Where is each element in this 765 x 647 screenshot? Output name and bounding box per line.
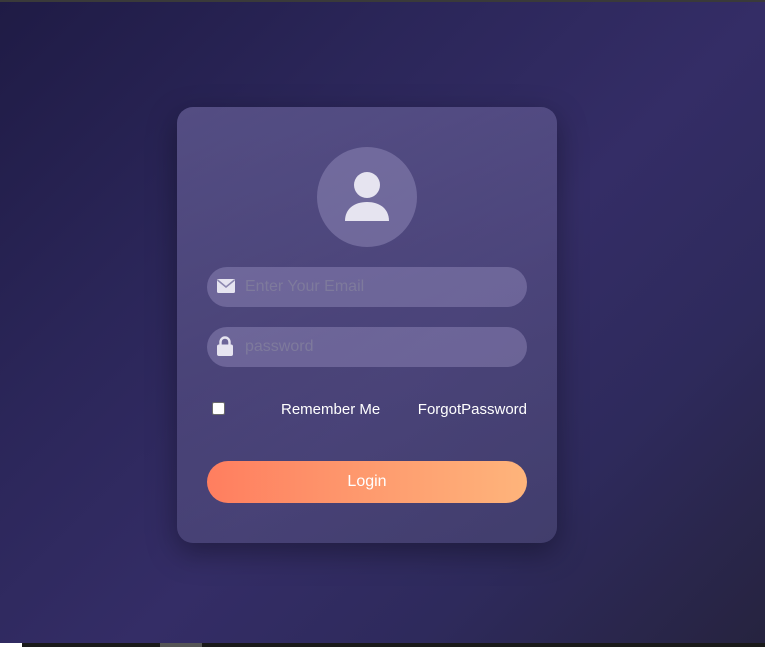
forgot-password-link[interactable]: ForgotPassword: [418, 401, 527, 418]
login-button[interactable]: Login: [207, 461, 527, 503]
password-field: [207, 327, 527, 367]
avatar: [317, 147, 417, 247]
lock-icon: [217, 336, 233, 356]
email-field: [207, 267, 527, 307]
login-card: Remember Me ForgotPassword Login: [177, 107, 557, 543]
taskbar-segment: [0, 643, 22, 647]
page-background: Remember Me ForgotPassword Login: [0, 2, 765, 643]
taskbar-segment: [160, 643, 202, 647]
taskbar-strip: [0, 643, 765, 647]
remember-me-checkbox[interactable]: [212, 402, 225, 415]
password-input[interactable]: [245, 327, 515, 367]
email-input[interactable]: [245, 267, 515, 307]
login-options: Remember Me ForgotPassword: [207, 399, 527, 419]
user-icon: [345, 172, 389, 221]
remember-me-label: Remember Me: [281, 401, 381, 418]
envelope-icon: [217, 279, 235, 293]
